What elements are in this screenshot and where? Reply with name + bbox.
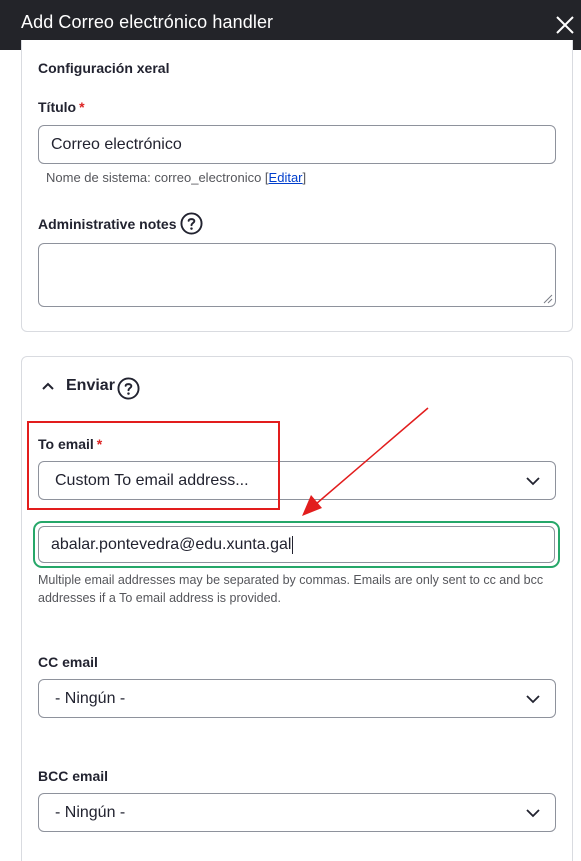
to-email-description: Multiple email addresses may be separate… bbox=[38, 573, 544, 605]
machine-name-suffix: ] bbox=[302, 170, 307, 185]
to-email-custom-focus-ring: abalar.pontevedra@edu.xunta.gal bbox=[33, 521, 560, 568]
chevron-down-icon bbox=[526, 809, 540, 818]
to-email-custom-input[interactable]: abalar.pontevedra@edu.xunta.gal bbox=[38, 526, 555, 563]
text-caret bbox=[292, 535, 294, 554]
dialog-title: Add Correo electrónico handler bbox=[21, 12, 274, 32]
admin-notes-label: Administrative notes bbox=[38, 216, 176, 232]
cc-email-selected: - Ningún - bbox=[55, 689, 126, 707]
help-icon[interactable] bbox=[180, 212, 203, 235]
annotation-highlight-box bbox=[27, 421, 280, 510]
title-label: Título * bbox=[38, 99, 85, 115]
bcc-email-selected: - Ningún - bbox=[55, 803, 126, 821]
send-section-toggle[interactable]: Enviar bbox=[38, 377, 115, 395]
bcc-email-select[interactable]: - Ningún - bbox=[38, 793, 556, 832]
to-email-custom-value: abalar.pontevedra@edu.xunta.gal bbox=[51, 535, 292, 553]
help-icon[interactable] bbox=[117, 377, 140, 400]
title-input[interactable]: Correo electrónico bbox=[38, 125, 556, 164]
edit-machine-name-link[interactable]: Editar bbox=[269, 170, 303, 185]
chevron-down-icon bbox=[526, 477, 540, 486]
resize-handle-icon[interactable] bbox=[543, 294, 553, 304]
close-icon[interactable] bbox=[553, 13, 577, 37]
admin-notes-textarea[interactable] bbox=[38, 243, 556, 307]
send-section-title: Enviar bbox=[66, 377, 115, 394]
machine-name-prefix: Nome de sistema: correo_electronico [ bbox=[46, 170, 269, 185]
bcc-email-label-text: BCC email bbox=[38, 768, 109, 784]
cc-email-select[interactable]: - Ningún - bbox=[38, 679, 556, 718]
title-input-value: Correo electrónico bbox=[51, 135, 182, 153]
chevron-up-icon bbox=[42, 382, 54, 390]
bcc-email-label: BCC email bbox=[38, 768, 108, 784]
chevron-down-icon bbox=[526, 695, 540, 704]
admin-notes-label-text: Administrative notes bbox=[38, 216, 177, 232]
cc-email-label: CC email bbox=[38, 654, 98, 670]
title-label-text: Título bbox=[38, 99, 77, 115]
cc-email-label-text: CC email bbox=[38, 654, 98, 670]
general-section-title: Configuración xeral bbox=[38, 60, 170, 76]
required-marker: * bbox=[79, 99, 85, 115]
machine-name-description: Nome de sistema: correo_electronico [Edi… bbox=[46, 170, 306, 185]
